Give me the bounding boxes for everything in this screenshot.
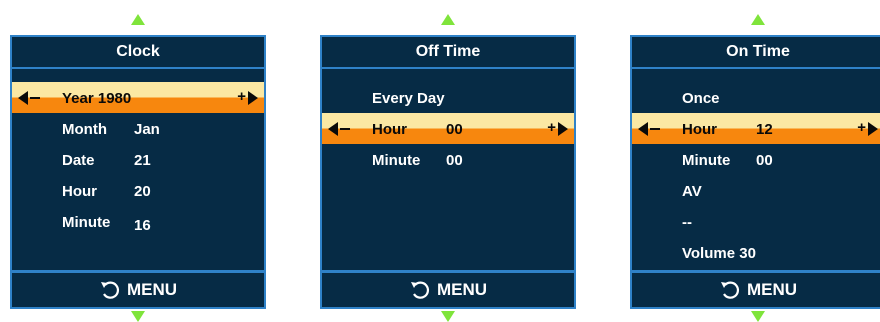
menu-item-value: 21 (134, 152, 151, 169)
menu-item-label: Minute (372, 152, 421, 169)
off-time-panel: Off Time Every Day Hour 00 + Minute 00 M… (320, 35, 576, 309)
clock-panel: Clock Year 1980 + Month Jan Date 21 Hour… (10, 35, 266, 309)
menu-button[interactable]: MENU (12, 270, 264, 307)
menu-label: MENU (746, 280, 798, 299)
nav-down-arrow-icon[interactable] (441, 311, 455, 322)
menu-item-year[interactable]: Year 1980 + (12, 82, 264, 113)
menu-item-hour[interactable]: Hour 12 + (632, 113, 880, 144)
menu-item-value: 12 (756, 121, 773, 138)
menu-item-value: 00 (446, 121, 463, 138)
menu-item-every-day[interactable]: Every Day (322, 82, 574, 113)
menu-item-value: 00 (756, 152, 773, 169)
menu-item-label: Month (62, 121, 107, 138)
nav-up-arrow-icon[interactable] (441, 14, 455, 25)
menu-item-av[interactable]: AV (632, 175, 880, 206)
menu-item-value: 16 (134, 217, 151, 234)
nav-up-arrow-icon[interactable] (131, 14, 145, 25)
panel-title: On Time (632, 37, 880, 69)
menu-item-value: Jan (134, 121, 160, 138)
menu-item-label: Volume 30 (682, 245, 756, 262)
nav-down-arrow-icon[interactable] (751, 311, 765, 322)
menu-item-label: Hour (682, 121, 717, 138)
menu-item-label: AV (682, 183, 702, 200)
menu-item-minute[interactable]: Minute 16 (12, 206, 264, 237)
menu-button[interactable]: MENU (322, 270, 574, 307)
return-icon (410, 281, 429, 299)
on-time-panel: On Time Once Hour 12 + Minute 00 AV -- V… (630, 35, 880, 309)
menu-item-label: Every Day (372, 90, 445, 107)
menu-item-volume[interactable]: Volume 30 (632, 237, 880, 268)
menu-item-label: -- (682, 214, 692, 231)
panel-title: Clock (12, 37, 264, 69)
menu-item-label: Minute (682, 152, 731, 169)
menu-item-date[interactable]: Date 21 (12, 144, 264, 175)
panel-title: Off Time (322, 37, 574, 69)
menu-item-hour[interactable]: Hour 00 + (322, 113, 574, 144)
menu-item-minute[interactable]: Minute 00 (632, 144, 880, 175)
increase-arrow-icon[interactable]: + (540, 119, 568, 136)
decrease-arrow-icon[interactable] (328, 122, 356, 136)
increase-arrow-icon[interactable]: + (230, 88, 258, 105)
menu-item-label: Minute (62, 214, 111, 231)
menu-item-dashes[interactable]: -- (632, 206, 880, 237)
menu-item-value: 20 (134, 183, 151, 200)
nav-down-arrow-icon[interactable] (131, 311, 145, 322)
decrease-arrow-icon[interactable] (638, 122, 666, 136)
menu-item-label: Once (682, 90, 720, 107)
return-icon (100, 281, 119, 299)
menu-item-value: 00 (446, 152, 463, 169)
menu-label: MENU (126, 280, 178, 299)
menu-label: MENU (436, 280, 488, 299)
menu-item-minute[interactable]: Minute 00 (322, 144, 574, 175)
menu-item-label: Hour (62, 183, 97, 200)
menu-item-label: Date (62, 152, 95, 169)
menu-item-label: Year 1980 (62, 90, 132, 107)
increase-arrow-icon[interactable]: + (850, 119, 878, 136)
menu-item-label: Hour (372, 121, 407, 138)
menu-item-month[interactable]: Month Jan (12, 113, 264, 144)
menu-button[interactable]: MENU (632, 270, 880, 307)
nav-up-arrow-icon[interactable] (751, 14, 765, 25)
decrease-arrow-icon[interactable] (18, 91, 46, 105)
return-icon (720, 281, 739, 299)
menu-item-hour[interactable]: Hour 20 (12, 175, 264, 206)
menu-item-once[interactable]: Once (632, 82, 880, 113)
